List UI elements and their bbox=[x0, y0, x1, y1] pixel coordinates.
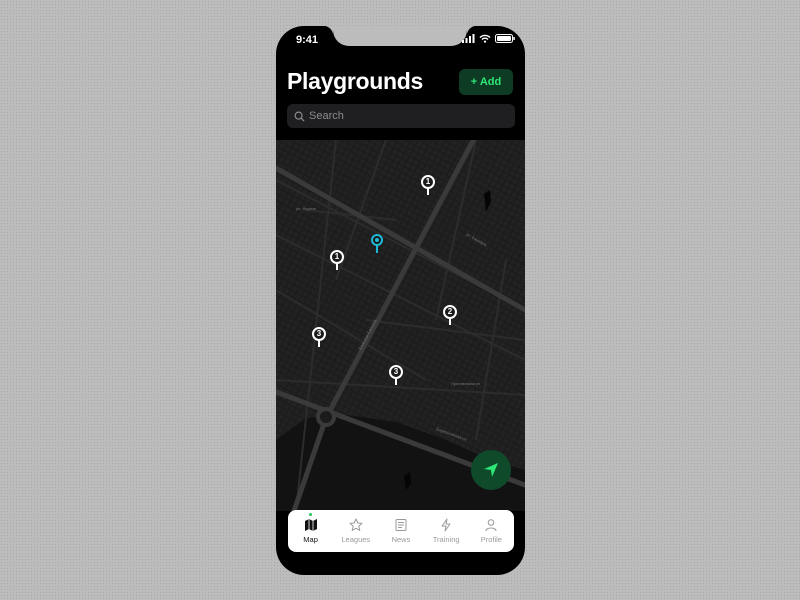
tab-label: Map bbox=[303, 535, 318, 544]
map-pin[interactable]: 1 bbox=[330, 250, 344, 272]
search-bar[interactable] bbox=[287, 104, 515, 128]
signal-icon bbox=[462, 34, 475, 43]
tab-label: Profile bbox=[480, 535, 502, 544]
map-pin[interactable]: 1 bbox=[421, 175, 435, 197]
search-icon bbox=[294, 111, 305, 122]
map-pin[interactable]: 2 bbox=[443, 305, 457, 327]
tab-training[interactable]: Training bbox=[424, 518, 468, 544]
pin-count: 2 bbox=[443, 305, 457, 319]
navigation-arrow-icon bbox=[484, 463, 498, 477]
pin-count: 1 bbox=[421, 175, 435, 189]
tab-label: Training bbox=[432, 535, 460, 544]
phone-notch bbox=[323, 26, 477, 46]
pin-count: 1 bbox=[330, 250, 344, 264]
phone-frame: 9:41 Playgrounds + Add Search ул. Бауман… bbox=[276, 26, 525, 575]
tab-label: News bbox=[391, 535, 411, 544]
pin-count: 3 bbox=[312, 327, 326, 341]
map-pin[interactable]: 3 bbox=[312, 327, 326, 349]
tab-label: Leagues bbox=[341, 535, 371, 544]
svg-text:Пристанская ул: Пристанская ул bbox=[451, 381, 481, 386]
svg-text:ул. Фрунзе: ул. Фрунзе bbox=[296, 206, 317, 211]
lightning-icon bbox=[441, 518, 451, 532]
user-icon bbox=[485, 519, 497, 532]
tab-bar: Map Leagues News Training Profile bbox=[288, 510, 514, 552]
tab-news[interactable]: News bbox=[379, 518, 423, 544]
battery-icon bbox=[495, 34, 515, 43]
active-indicator bbox=[309, 513, 313, 516]
page-title: Playgrounds bbox=[287, 68, 424, 94]
star-icon bbox=[349, 518, 363, 531]
map-pin[interactable]: 3 bbox=[389, 365, 403, 387]
tab-leagues[interactable]: Leagues bbox=[334, 518, 378, 544]
add-button[interactable]: + Add bbox=[459, 69, 513, 95]
status-time: 9:41 bbox=[296, 34, 319, 46]
my-location-button[interactable] bbox=[471, 450, 511, 490]
search-input[interactable] bbox=[305, 110, 499, 122]
user-location-icon bbox=[371, 234, 383, 253]
tab-map[interactable]: Map bbox=[289, 513, 333, 544]
status-icons bbox=[462, 34, 515, 43]
tab-profile[interactable]: Profile bbox=[469, 518, 513, 544]
pin-count: 3 bbox=[389, 365, 403, 379]
news-icon bbox=[395, 519, 407, 531]
wifi-icon bbox=[479, 34, 491, 43]
map-icon bbox=[304, 519, 317, 531]
